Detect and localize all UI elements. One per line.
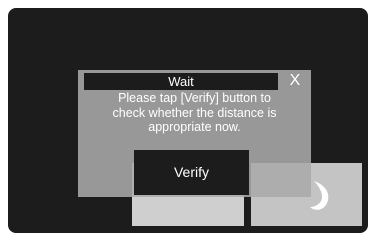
close-button[interactable]: X (284, 71, 306, 91)
wait-dialog: Wait X Please tap [Verify] button to che… (78, 70, 311, 197)
verify-button[interactable]: Verify (134, 150, 249, 195)
message-line-1: Please tap [Verify] button to (118, 91, 271, 105)
device-screen: Wait X Please tap [Verify] button to che… (8, 8, 368, 233)
message-line-3: appropriate now. (148, 120, 241, 134)
dialog-message: Please tap [Verify] button to check whet… (82, 91, 307, 135)
dialog-title: Wait (84, 73, 278, 90)
message-line-2: check whether the distance is (112, 105, 277, 120)
